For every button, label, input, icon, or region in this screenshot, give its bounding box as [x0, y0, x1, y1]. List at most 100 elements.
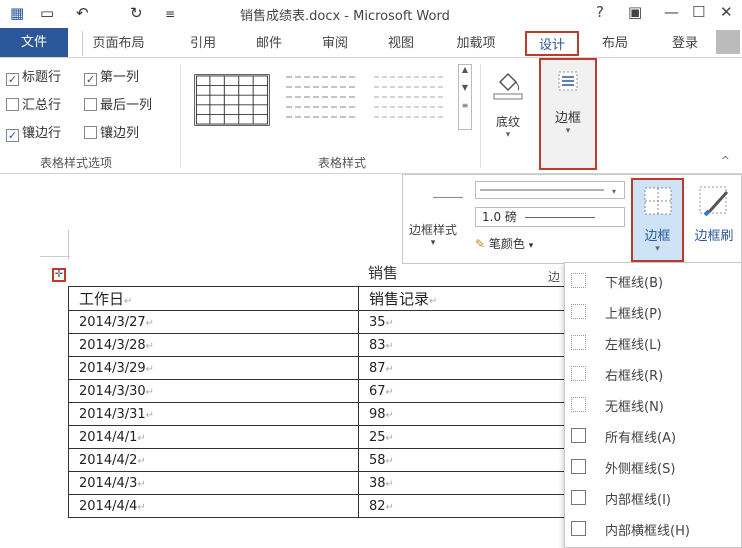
- table-row: 2014/3/29↵ 87↵: [68, 356, 588, 380]
- menu-item-label: 下框线(B): [605, 276, 664, 291]
- sales-table[interactable]: 工作日↵ 销售记录↵ 2014/3/27↵ 35↵ 2014/3/28↵ 83↵ 2014/…: [68, 286, 588, 518]
- help-button[interactable]: ?: [596, 3, 604, 21]
- ribbon-display-button[interactable]: ▣: [628, 3, 642, 21]
- last-column-checkbox[interactable]: 最后一列: [84, 94, 152, 113]
- paint-bucket-icon: [493, 72, 523, 100]
- menu-item-top-border[interactable]: 上框线(P): [565, 298, 741, 325]
- borders-ribbon-button[interactable]: 边框 ▾: [539, 58, 597, 170]
- table-cell[interactable]: 2014/3/31↵: [68, 402, 359, 426]
- check-icon: ✓: [6, 73, 19, 86]
- pen-weight-select[interactable]: 1.0 磅: [475, 207, 625, 227]
- tab-layout[interactable]: 布局: [594, 31, 636, 56]
- table-cell[interactable]: 38↵: [358, 471, 588, 495]
- table-style-plain-thumb[interactable]: [284, 74, 360, 126]
- menu-item-label: 所有框线(A): [605, 431, 677, 446]
- menu-item-left-border[interactable]: 左框线(L): [565, 329, 741, 356]
- table-cell[interactable]: 58↵: [358, 448, 588, 472]
- tab-view[interactable]: 视图: [380, 31, 422, 56]
- menu-item-inside-borders[interactable]: 内部框线(I): [565, 484, 741, 511]
- customize-icon[interactable]: ≡: [165, 7, 175, 21]
- menu-item-bottom-border[interactable]: 下框线(B): [565, 267, 741, 294]
- table-cell[interactable]: 2014/3/29↵: [68, 356, 359, 380]
- table-style-options-label: 表格样式选项: [40, 156, 113, 170]
- pen-color-button[interactable]: ✎ 笔颜色 ▾: [475, 235, 533, 252]
- ribbon-tabs: 文件 页面布局 引用 邮件 审阅 视图 加载项 设计 布局 登录: [0, 28, 742, 58]
- first-column-checkbox[interactable]: ✓ 第一列: [84, 66, 139, 86]
- gallery-scroll[interactable]: ▲ ▼ ≡: [458, 64, 472, 130]
- table-cell[interactable]: 67↵: [358, 379, 588, 403]
- menu-item-outside-borders[interactable]: 外侧框线(S): [565, 453, 741, 480]
- border-line-style-select[interactable]: ▾: [475, 181, 625, 199]
- svg-text:▾: ▾: [612, 187, 616, 196]
- header-row-checkbox[interactable]: ✓ 标题行: [6, 66, 61, 86]
- table-header-cell[interactable]: 工作日↵: [68, 286, 359, 311]
- cell-end-mark: ↵: [145, 340, 155, 352]
- table-style-light-thumb[interactable]: [372, 74, 448, 126]
- cell-end-mark: ↵: [137, 432, 146, 444]
- table-style-grid-thumb[interactable]: [194, 74, 270, 126]
- table-cell[interactable]: 98↵: [358, 402, 588, 426]
- tab-page-layout[interactable]: 页面布局: [82, 31, 154, 56]
- table-cell[interactable]: 2014/4/3↵: [68, 471, 359, 495]
- cell-end-mark: ↵: [137, 501, 146, 513]
- border-styles-button[interactable]: 边框样式 ▾: [409, 221, 457, 248]
- cell-end-mark: ↵: [429, 296, 438, 307]
- table-cell[interactable]: 2014/4/2↵: [68, 448, 359, 472]
- outside-borders-icon: [571, 459, 586, 474]
- table-row: 2014/4/3↵ 38↵: [68, 471, 588, 495]
- total-row-checkbox[interactable]: 汇总行: [6, 94, 61, 113]
- table-cell[interactable]: 87↵: [358, 356, 588, 380]
- menu-item-inside-horizontal-border[interactable]: 内部横框线(H): [565, 515, 741, 542]
- tab-mailings[interactable]: 邮件: [248, 31, 290, 56]
- menu-item-right-border[interactable]: 右框线(R): [565, 360, 741, 387]
- check-icon: ✓: [84, 73, 97, 86]
- banded-columns-checkbox[interactable]: 镶边列: [84, 122, 139, 141]
- table-row: 2014/4/2↵ 58↵: [68, 448, 588, 472]
- cell-end-mark: ↵: [137, 455, 146, 467]
- table-cell[interactable]: 2014/4/1↵: [68, 425, 359, 449]
- tab-references[interactable]: 引用: [182, 31, 224, 56]
- table-cell[interactable]: 83↵: [358, 333, 588, 357]
- menu-item-all-borders[interactable]: 所有框线(A): [565, 422, 741, 449]
- all-borders-icon: [571, 428, 586, 443]
- inside-borders-icon: [571, 490, 586, 505]
- avatar[interactable]: [716, 30, 740, 54]
- menu-item-label: 左框线(L): [605, 338, 662, 353]
- close-button[interactable]: ✕: [720, 3, 733, 21]
- menu-item-no-border[interactable]: 无框线(N): [565, 391, 741, 418]
- collapse-ribbon-icon[interactable]: ^: [721, 154, 730, 167]
- tab-addins[interactable]: 加载项: [448, 31, 504, 56]
- table-cell[interactable]: 25↵: [358, 425, 588, 449]
- banded-rows-checkbox[interactable]: ✓ 镶边行: [6, 122, 61, 142]
- tab-review[interactable]: 审阅: [314, 31, 356, 56]
- undo-icon[interactable]: ↶: [76, 4, 89, 22]
- borders-dropdown-button[interactable]: 边框 ▾: [631, 178, 684, 262]
- table-cell[interactable]: 82↵: [358, 494, 588, 518]
- brush-icon: [699, 186, 729, 217]
- minimize-button[interactable]: —: [664, 3, 679, 21]
- menu-item-label: 外侧框线(S): [605, 462, 676, 477]
- border-painter-button[interactable]: 边框刷: [689, 180, 739, 260]
- top-border-icon: [571, 304, 586, 319]
- tab-file[interactable]: 文件: [0, 28, 68, 57]
- title-bar: ▦ ▭ ↶ ↻ ≡ 销售成绩表.docx - Microsoft Word ? …: [0, 0, 742, 28]
- shading-button[interactable]: 底纹 ▾: [484, 68, 532, 160]
- chevron-down-icon: ▾: [565, 126, 571, 136]
- table-move-handle-icon[interactable]: ✛: [52, 268, 66, 282]
- redo-icon[interactable]: ↻: [130, 4, 143, 22]
- table-cell[interactable]: 2014/3/28↵: [68, 333, 359, 357]
- menu-item-label: 内部框线(I): [605, 493, 671, 508]
- table-cell[interactable]: 2014/3/27↵: [68, 310, 359, 334]
- cell-end-mark: ↵: [385, 363, 394, 375]
- cell-end-mark: ↵: [145, 386, 155, 398]
- tab-design[interactable]: 设计: [525, 31, 579, 56]
- table-cell[interactable]: 2014/3/30↵: [68, 379, 359, 403]
- maximize-button[interactable]: ☐: [692, 3, 705, 21]
- save-icon[interactable]: ▭: [40, 4, 54, 22]
- menu-item-label: 无框线(N): [605, 400, 664, 415]
- login-link[interactable]: 登录: [664, 31, 706, 56]
- table-header-cell[interactable]: 销售记录↵: [358, 286, 588, 311]
- table-cell[interactable]: 2014/4/4↵: [68, 494, 359, 518]
- table-cell[interactable]: 35↵: [358, 310, 588, 334]
- no-border-icon: [571, 397, 586, 412]
